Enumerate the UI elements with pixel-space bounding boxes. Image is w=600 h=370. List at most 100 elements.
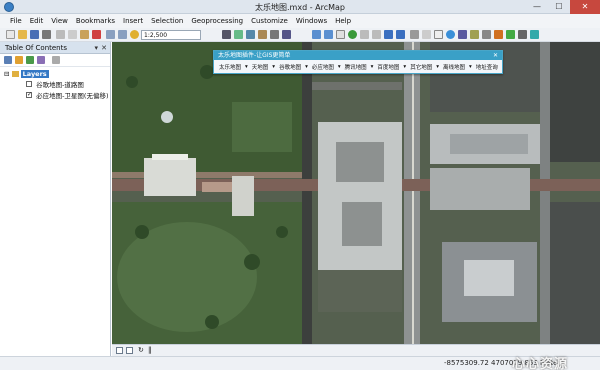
layer-item[interactable]: 谷歌地图-道路图 xyxy=(26,81,84,90)
menu-customize[interactable]: Customize xyxy=(247,14,292,28)
status-bar: -8575309.72 4707079.853 Meters xyxy=(0,356,600,370)
plugin-menu-google[interactable]: 谷歌地图 xyxy=(277,63,303,71)
options-icon[interactable] xyxy=(52,56,60,64)
maximize-button[interactable]: ☐ xyxy=(548,0,570,14)
save-icon[interactable] xyxy=(30,30,39,39)
watermark: 心心资源 xyxy=(512,357,569,370)
menu-geoprocessing[interactable]: Geoprocessing xyxy=(187,14,247,28)
fixed-zoom-in-icon[interactable] xyxy=(360,30,369,39)
full-extent-icon[interactable] xyxy=(348,30,357,39)
dropdown-arrow-icon: ▾ xyxy=(436,63,439,70)
time-slider-icon[interactable] xyxy=(518,30,527,39)
identify-icon[interactable] xyxy=(446,30,455,39)
plugin-menu-tianditu[interactable]: 天地图 xyxy=(250,63,271,71)
clear-selection-icon[interactable] xyxy=(422,30,431,39)
list-by-selection-icon[interactable] xyxy=(37,56,45,64)
plugin-menu-address-search[interactable]: 地址查询 xyxy=(474,63,500,71)
dropdown-arrow-icon: ▾ xyxy=(370,63,374,70)
find-route-icon[interactable] xyxy=(470,30,479,39)
plugin-menu-bing[interactable]: 必应地图 xyxy=(310,63,336,71)
plugin-close-icon[interactable]: ✕ xyxy=(493,51,498,60)
toc-toolbar xyxy=(0,54,110,67)
menu-file[interactable]: File xyxy=(6,14,26,28)
copy-icon[interactable] xyxy=(68,30,77,39)
menu-selection[interactable]: Selection xyxy=(147,14,187,28)
new-document-icon[interactable] xyxy=(6,30,15,39)
menu-view[interactable]: View xyxy=(47,14,72,28)
data-view-icon[interactable] xyxy=(116,347,123,354)
search-window-icon[interactable] xyxy=(258,30,267,39)
plugin-toolbar-title[interactable]: 太乐地图插件-让GIS更简单 ✕ xyxy=(214,51,502,60)
menu-insert[interactable]: Insert xyxy=(119,14,147,28)
create-viewer-window-icon[interactable] xyxy=(530,30,539,39)
minimize-button[interactable]: — xyxy=(526,0,548,14)
pause-drawing-icon[interactable]: ‖ xyxy=(148,347,155,354)
window-title: 太乐地图.mxd - ArcMap xyxy=(255,3,345,12)
select-elements-icon[interactable] xyxy=(434,30,443,39)
hyperlink-icon[interactable] xyxy=(494,30,503,39)
dropdown-arrow-icon: ▾ xyxy=(468,63,472,70)
add-data-icon[interactable] xyxy=(130,30,139,39)
dropdown-arrow-icon: ▾ xyxy=(337,63,341,70)
list-by-drawing-order-icon[interactable] xyxy=(4,56,12,64)
layers-group[interactable]: ⊟ Layers xyxy=(4,70,49,79)
open-folder-icon[interactable] xyxy=(18,30,27,39)
previous-extent-icon[interactable] xyxy=(384,30,393,39)
modelbuilder-icon[interactable] xyxy=(282,30,291,39)
html-popup-icon[interactable] xyxy=(506,30,515,39)
layer-item[interactable]: 必应地图-卫星图(无偏移) xyxy=(26,90,109,101)
dropdown-arrow-icon: ▾ xyxy=(245,63,248,70)
list-by-visibility-icon[interactable] xyxy=(26,56,34,64)
layout-view-icon[interactable] xyxy=(126,347,133,354)
plugin-title: 太乐地图插件-让GIS更简单 xyxy=(218,52,291,59)
title-bar: 太乐地图.mxd - ArcMap — ☐ ✕ xyxy=(0,0,600,14)
toc-close-icon[interactable]: ✕ xyxy=(101,42,107,54)
layers-folder-icon xyxy=(11,71,19,77)
toc-header: Table Of Contents ▾ ✕ xyxy=(0,42,110,54)
plugin-menu-baidu[interactable]: 百度地图 xyxy=(375,63,401,71)
close-button[interactable]: ✕ xyxy=(570,0,600,14)
pin-icon[interactable]: ▾ xyxy=(94,42,98,54)
refresh-icon[interactable]: ↻ xyxy=(138,347,145,354)
plugin-menu-other[interactable]: 其它地图 xyxy=(408,63,434,71)
layer-visibility-checkbox[interactable] xyxy=(26,81,32,87)
plugin-menu-tailemap[interactable]: 太乐地图 xyxy=(217,63,243,71)
tailemap-plugin-toolbar: 太乐地图插件-让GIS更简单 ✕ 太乐地图 ▾ 天地图 ▾ 谷歌地图 ▾ 必应地图 ▾ … xyxy=(213,50,503,74)
map-scale-input[interactable]: 1:2,500 xyxy=(141,30,201,40)
undo-icon[interactable] xyxy=(106,30,115,39)
layers-label[interactable]: Layers xyxy=(20,70,49,78)
menu-help[interactable]: Help xyxy=(331,14,355,28)
menu-windows[interactable]: Windows xyxy=(292,14,331,28)
arctoolbox-icon[interactable] xyxy=(246,30,255,39)
dropdown-arrow-icon: ▾ xyxy=(305,63,308,70)
cut-icon[interactable] xyxy=(56,30,65,39)
print-icon[interactable] xyxy=(42,30,51,39)
layer-visibility-checkbox[interactable] xyxy=(26,90,32,99)
standard-toolbar: 1:2,500 xyxy=(0,28,600,42)
layer-label[interactable]: 必应地图-卫星图(无偏移) xyxy=(36,92,108,100)
paste-icon[interactable] xyxy=(80,30,89,39)
menu-bookmarks[interactable]: Bookmarks xyxy=(72,14,119,28)
find-icon[interactable] xyxy=(458,30,467,39)
fixed-zoom-out-icon[interactable] xyxy=(372,30,381,39)
map-view[interactable] xyxy=(112,42,600,344)
zoom-out-icon[interactable] xyxy=(324,30,333,39)
plugin-menu-tencent[interactable]: 腾讯地图 xyxy=(343,63,369,71)
layer-label[interactable]: 谷歌地图-道路图 xyxy=(36,81,84,89)
redo-icon[interactable] xyxy=(118,30,127,39)
pan-icon[interactable] xyxy=(336,30,345,39)
editor-icon[interactable] xyxy=(222,30,231,39)
catalog-icon[interactable] xyxy=(234,30,243,39)
python-icon[interactable] xyxy=(270,30,279,39)
menu-edit[interactable]: Edit xyxy=(26,14,48,28)
select-features-icon[interactable] xyxy=(410,30,419,39)
plugin-menu-offline[interactable]: 离线地图 xyxy=(441,63,467,71)
delete-icon[interactable] xyxy=(92,30,101,39)
list-by-source-icon[interactable] xyxy=(15,56,23,64)
zoom-in-icon[interactable] xyxy=(312,30,321,39)
collapse-icon[interactable]: ⊟ xyxy=(4,70,9,78)
satellite-imagery xyxy=(112,42,600,344)
next-extent-icon[interactable] xyxy=(396,30,405,39)
measure-icon[interactable] xyxy=(482,30,491,39)
table-of-contents-panel: Table Of Contents ▾ ✕ ⊟ Layers 谷歌地图-道路图 … xyxy=(0,42,111,356)
